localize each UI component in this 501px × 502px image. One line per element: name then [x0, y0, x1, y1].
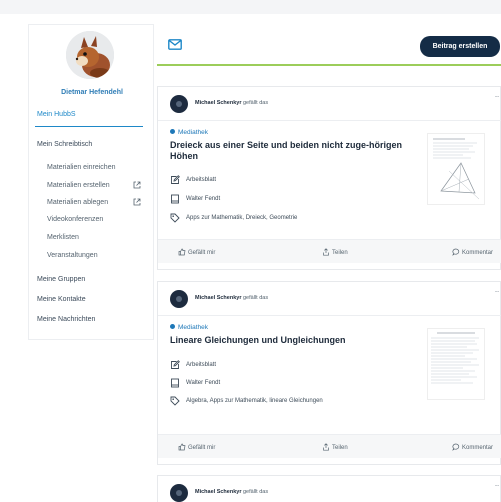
comment-icon — [452, 248, 460, 256]
nav-sub-materialien-erstellen[interactable]: Materialien erstellen — [47, 182, 110, 189]
user-avatar[interactable] — [170, 290, 188, 308]
liker-text: Michael Schenkyr gefällt das — [195, 100, 268, 106]
author-name[interactable]: Walter Fendt — [186, 380, 220, 386]
card-header: Michael Schenkyr gefällt das ... — [158, 87, 501, 121]
category-label[interactable]: Mediathek — [170, 129, 208, 136]
liker-suffix: gefällt das — [243, 100, 269, 106]
category-label[interactable]: Mediathek — [170, 324, 208, 331]
like-button[interactable]: Gefällt mir — [178, 443, 215, 451]
squirrel-avatar-image — [66, 31, 114, 79]
comment-label: Kommentar — [462, 445, 494, 451]
edit-icon — [171, 360, 180, 369]
card-actions: Gefällt mir Teilen Kommentar — [158, 434, 501, 458]
more-options-icon[interactable]: ... — [495, 288, 499, 294]
feed-card: Michael Schenkyr gefällt das ... Mediath… — [157, 281, 501, 465]
comment-label: Kommentar — [462, 250, 494, 256]
mail-icon[interactable] — [168, 39, 182, 50]
nav-item-meine-kontakte[interactable]: Meine Kontakte — [37, 296, 86, 303]
feed-card: Michael Schenkyr gefällt das ... Mediath… — [157, 86, 501, 270]
nav-active-indicator — [35, 126, 143, 127]
share-icon — [323, 248, 329, 256]
material-thumbnail[interactable] — [427, 133, 485, 205]
create-post-button[interactable]: Beitrag erstellen — [420, 36, 500, 57]
liker-text: Michael Schenkyr gefällt das — [195, 295, 268, 301]
thumbs-up-icon — [178, 248, 186, 256]
share-button[interactable]: Teilen — [322, 248, 348, 256]
liker-name[interactable]: Michael Schenkyr — [195, 100, 241, 106]
material-type: Arbeitsblatt — [186, 177, 217, 183]
like-button[interactable]: Gefällt mir — [178, 248, 215, 256]
comment-button[interactable]: Kommentar — [452, 443, 493, 451]
liker-name[interactable]: Michael Schenkyr — [195, 489, 241, 495]
tag-icon — [170, 396, 180, 406]
nav-item-meine-gruppen[interactable]: Meine Gruppen — [37, 276, 85, 283]
author-name[interactable]: Walter Fendt — [186, 196, 220, 202]
external-link-icon[interactable] — [133, 198, 141, 206]
liker-name[interactable]: Michael Schenkyr — [195, 295, 241, 301]
avatar[interactable] — [66, 31, 114, 79]
compose-bar: Beitrag erstellen — [157, 30, 501, 66]
top-band — [0, 0, 501, 14]
card-actions: Gefällt mir Teilen Kommentar — [158, 239, 501, 263]
liker-suffix: gefällt das — [243, 295, 269, 301]
share-icon — [323, 443, 329, 451]
comment-icon — [452, 443, 460, 451]
nav-sub-veranstaltungen[interactable]: Veranstaltungen — [47, 252, 98, 259]
nav-item-mein-hubbs[interactable]: Mein HubbS — [37, 111, 76, 118]
comment-button[interactable]: Kommentar — [452, 248, 493, 256]
category-dot-icon — [170, 129, 175, 134]
user-avatar[interactable] — [170, 484, 188, 502]
card-header: Michael Schenkyr gefällt das ... — [158, 282, 501, 316]
share-label: Teilen — [332, 250, 348, 256]
liker-text: Michael Schenkyr gefällt das — [195, 489, 268, 495]
post-title[interactable]: Lineare Gleichungen und Ungleichungen — [170, 335, 405, 346]
tag-list[interactable]: Apps zur Mathematik, Dreieck, Geometrie — [186, 215, 297, 221]
profile-name[interactable]: Dietmar Hefendehl — [29, 89, 155, 96]
like-label: Gefällt mir — [188, 445, 216, 451]
share-button[interactable]: Teilen — [322, 443, 348, 451]
category-text: Mediathek — [178, 129, 208, 136]
edit-icon — [171, 175, 180, 184]
sidebar: Dietmar Hefendehl Mein HubbS Mein Schrei… — [28, 24, 154, 340]
liker-suffix: gefällt das — [243, 489, 269, 495]
feed-card: Michael Schenkyr gefällt das ... — [157, 475, 501, 502]
worksheet-preview-image — [427, 133, 485, 205]
nav-sub-videokonferenzen[interactable]: Videokonferenzen — [47, 216, 103, 223]
more-options-icon[interactable]: ... — [495, 482, 499, 488]
user-avatar[interactable] — [170, 95, 188, 113]
nav-sub-materialien-einreichen[interactable]: Materialien einreichen — [47, 164, 115, 171]
nav-item-schreibtisch[interactable]: Mein Schreibtisch — [37, 141, 92, 148]
tag-list[interactable]: Algebra, Apps zur Mathematik, lineare Gl… — [186, 398, 323, 404]
book-icon — [171, 194, 179, 204]
nav-sub-merklisten[interactable]: Merklisten — [47, 234, 79, 241]
material-thumbnail[interactable] — [427, 328, 485, 400]
thumbs-up-icon — [178, 443, 186, 451]
share-label: Teilen — [332, 445, 348, 451]
material-type: Arbeitsblatt — [186, 362, 217, 368]
worksheet-preview-image — [427, 328, 485, 400]
post-title[interactable]: Dreieck aus einer Seite und beiden nicht… — [170, 140, 405, 162]
page: Dietmar Hefendehl Mein HubbS Mein Schrei… — [0, 0, 501, 502]
nav-item-meine-nachrichten[interactable]: Meine Nachrichten — [37, 316, 95, 323]
category-dot-icon — [170, 324, 175, 329]
like-label: Gefällt mir — [188, 250, 216, 256]
external-link-icon[interactable] — [133, 181, 141, 189]
category-text: Mediathek — [178, 324, 208, 331]
nav-sub-materialien-ablegen[interactable]: Materialien ablegen — [47, 199, 108, 206]
book-icon — [171, 378, 179, 388]
more-options-icon[interactable]: ... — [495, 93, 499, 99]
tag-icon — [170, 213, 180, 223]
